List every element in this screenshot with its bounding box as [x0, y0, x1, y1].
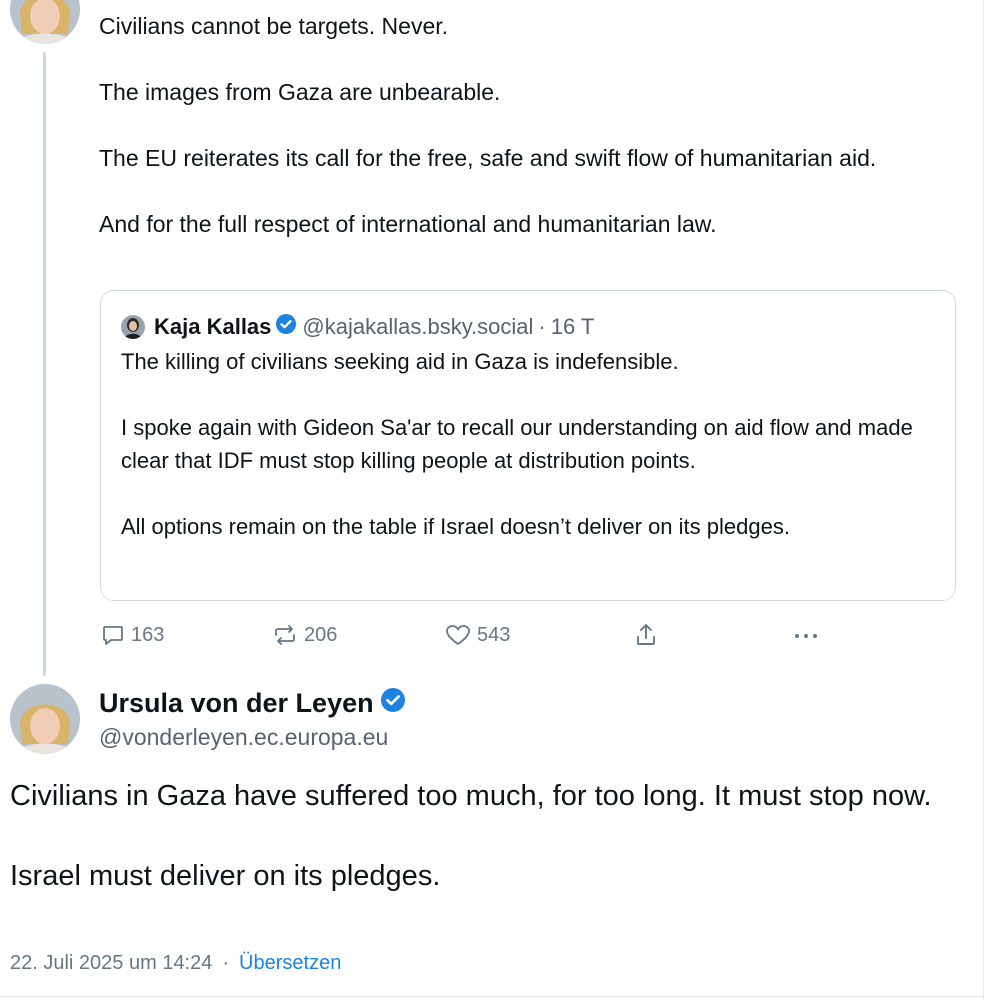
quoted-paragraph: All options remain on the table if Israe… — [121, 514, 790, 539]
author-avatar[interactable] — [10, 0, 80, 44]
separator-dot: · — [538, 314, 546, 339]
quoted-author-name[interactable]: Kaja Kallas — [154, 314, 271, 340]
like-count: 543 — [477, 623, 511, 646]
quoted-post-card[interactable]: Kaja Kallas @kajakallas.bsky.social · 16… — [100, 290, 956, 601]
frame-divider-right — [983, 0, 984, 1000]
post-action-bar: 163 206 543 — [0, 620, 984, 650]
post-paragraph: The images from Gaza are unbearable. — [99, 79, 501, 105]
like-button[interactable]: 543 — [445, 620, 510, 650]
post-paragraph: The EU reiterates its call for the free,… — [99, 145, 877, 171]
share-button[interactable] — [634, 620, 664, 650]
quoted-paragraph: I spoke again with Gideon Sa'ar to recal… — [121, 415, 913, 473]
post-paragraph: And for the full respect of internationa… — [99, 211, 717, 237]
post-meta: 22. Juli 2025 um 14:24 · Übersetzen — [10, 952, 341, 975]
author-name[interactable]: Ursula von der Leyen — [99, 688, 411, 719]
author-avatar[interactable] — [10, 684, 80, 754]
more-options-button[interactable] — [792, 620, 828, 650]
quoted-paragraph: The killing of civilians seeking aid in … — [121, 349, 679, 374]
reply-button[interactable]: 163 — [101, 620, 164, 650]
repost-button[interactable]: 206 — [272, 620, 337, 650]
repost-arrows-icon — [275, 625, 295, 645]
author-handle[interactable]: @vonderleyen.ec.europa.eu — [99, 724, 388, 751]
post-text: Civilians cannot be targets. Never. The … — [99, 10, 969, 241]
heart-icon — [446, 625, 470, 645]
post-paragraph: Civilians in Gaza have suffered too much… — [10, 780, 932, 812]
quoted-post-header: Kaja Kallas @kajakallas.bsky.social · 16… — [121, 313, 594, 341]
reply-count: 163 — [131, 623, 165, 646]
translate-link[interactable]: Übersetzen — [239, 952, 341, 975]
quoted-author-avatar[interactable] — [121, 315, 145, 339]
speech-bubble-icon — [103, 626, 123, 645]
verified-badge-icon — [276, 314, 297, 340]
share-upload-icon — [637, 624, 655, 645]
frame-divider-bottom — [0, 996, 984, 997]
quoted-post-time: 16 T — [550, 314, 595, 339]
thread-connector-line — [43, 52, 46, 676]
post-timestamp[interactable]: 22. Juli 2025 um 14:24 — [10, 952, 212, 975]
author-name-text[interactable]: Ursula von der Leyen — [99, 688, 374, 719]
separator-dot: · — [222, 952, 230, 974]
quoted-post-text: The killing of civilians seeking aid in … — [121, 345, 931, 543]
post-paragraph: Israel must deliver on its pledges. — [10, 860, 441, 892]
verified-badge-icon — [380, 688, 405, 719]
post-paragraph: Civilians cannot be targets. Never. — [99, 13, 449, 39]
ellipsis-icon — [795, 634, 817, 638]
repost-count: 206 — [304, 623, 338, 646]
main-post-text: Civilians in Gaza have suffered too much… — [10, 776, 970, 896]
quoted-author-handle[interactable]: @kajakallas.bsky.social — [302, 314, 533, 340]
